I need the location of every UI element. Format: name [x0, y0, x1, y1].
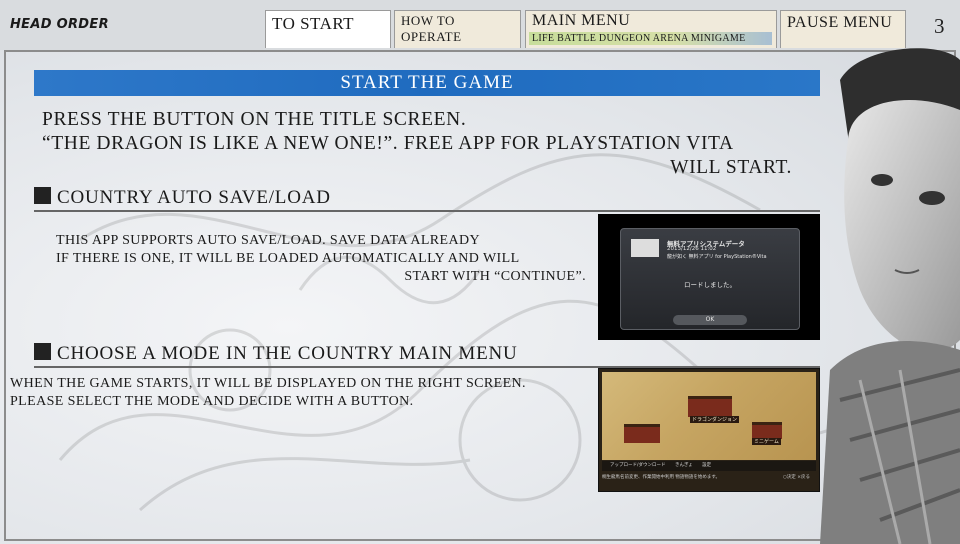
- menu-footer-text: 桐生龍馬名前変更、作業開始中利用 物語物語を始めます。: [602, 475, 720, 480]
- character-illustration: [820, 48, 960, 544]
- dialog-date: 2013/12/26 11:02: [667, 246, 717, 252]
- tab-label: MAIN MENU: [532, 12, 631, 29]
- square-bullet-icon: [34, 343, 51, 360]
- paragraph-line: PLEASE SELECT THE MODE AND DECIDE WITH A…: [10, 394, 414, 409]
- intro-line: “THE DRAGON IS LIKE A NEW ONE!”. FREE AP…: [42, 133, 734, 154]
- map-label: ドラゴンダンジョン: [690, 416, 740, 423]
- dialog-subtitle: 龍が如く 無料アプリ for PlayStation®Vita: [667, 254, 767, 260]
- castle-building: [688, 396, 732, 417]
- menu-bar-item: アップロード/ダウンロード: [610, 463, 666, 468]
- paragraph-line: IF THERE IS ONE, IT WILL BE LOADED AUTOM…: [56, 251, 520, 266]
- paragraph-line: START WITH “CONTINUE”.: [404, 269, 586, 284]
- app-thumbnail: [631, 239, 659, 257]
- heading-choose-mode: CHOOSE A MODE IN THE COUNTRY MAIN MENU: [34, 342, 820, 368]
- ok-button: OK: [673, 315, 747, 325]
- choose-mode-paragraph: WHEN THE GAME STARTS, IT WILL BE DISPLAY…: [10, 375, 600, 411]
- section-title: START THE GAME: [34, 70, 820, 96]
- load-dialog-screenshot: 無料アプリシステムデータ 2013/12/26 11:02 龍が如く 無料アプリ…: [598, 214, 820, 340]
- intro-text: PRESS THE BUTTON ON THE TITLE SCREEN. “T…: [42, 108, 792, 180]
- top-navigation: HEAD ORDER TO START HOW TO OPERATE MAIN …: [0, 0, 960, 50]
- intro-line: WILL START.: [670, 157, 792, 178]
- square-bullet-icon: [34, 187, 51, 204]
- heading-auto-save-load: COUNTRY AUTO SAVE/LOAD: [34, 186, 820, 212]
- menu-button-bar: アップロード/ダウンロード きんぎょ 設定: [602, 461, 816, 471]
- intro-line: PRESS THE BUTTON ON THE TITLE SCREEN.: [42, 109, 467, 130]
- town-map: ドラゴンダンジョン ミニゲーム: [602, 372, 816, 460]
- menu-footer: 桐生龍馬名前変更、作業開始中利用 物語物語を始めます。 ○決定 ×戻る: [602, 474, 816, 480]
- main-menu-screenshot: ドラゴンダンジョン ミニゲーム アップロード/ダウンロード きんぎょ 設定 桐生…: [598, 368, 820, 492]
- heading-text: CHOOSE A MODE IN THE COUNTRY MAIN MENU: [57, 343, 518, 364]
- menu-footer-hint: ○決定 ×戻る: [782, 475, 810, 480]
- tab-label: HOW TO OPERATE: [401, 13, 462, 44]
- tab-how-to-operate[interactable]: HOW TO OPERATE: [394, 10, 521, 48]
- paragraph-line: WHEN THE GAME STARTS, IT WILL BE DISPLAY…: [10, 376, 526, 391]
- arena-building: [624, 424, 660, 443]
- dialog-message: ロードしました。: [684, 281, 736, 289]
- page-number: 3: [934, 14, 945, 38]
- menu-bar-item: きんぎょ: [674, 463, 693, 468]
- main-menu-submenu[interactable]: LIFE BATTLE DUNGEON ARENA MINIGAME: [529, 32, 772, 45]
- manual-title: HEAD ORDER: [10, 17, 109, 32]
- tab-to-start[interactable]: TO START: [265, 10, 391, 48]
- load-dialog: 無料アプリシステムデータ 2013/12/26 11:02 龍が如く 無料アプリ…: [620, 228, 800, 330]
- shop-building: [752, 422, 782, 439]
- menu-bar-item: 設定: [702, 463, 712, 468]
- tab-label: TO START: [272, 14, 355, 33]
- map-label: ミニゲーム: [752, 438, 781, 445]
- paragraph-line: THIS APP SUPPORTS AUTO SAVE/LOAD. SAVE D…: [56, 233, 481, 248]
- tab-main-menu[interactable]: MAIN MENU LIFE BATTLE DUNGEON ARENA MINI…: [525, 10, 777, 48]
- auto-save-paragraph: THIS APP SUPPORTS AUTO SAVE/LOAD. SAVE D…: [56, 232, 586, 286]
- heading-text: COUNTRY AUTO SAVE/LOAD: [57, 187, 331, 208]
- tab-label: PAUSE MENU: [787, 14, 893, 31]
